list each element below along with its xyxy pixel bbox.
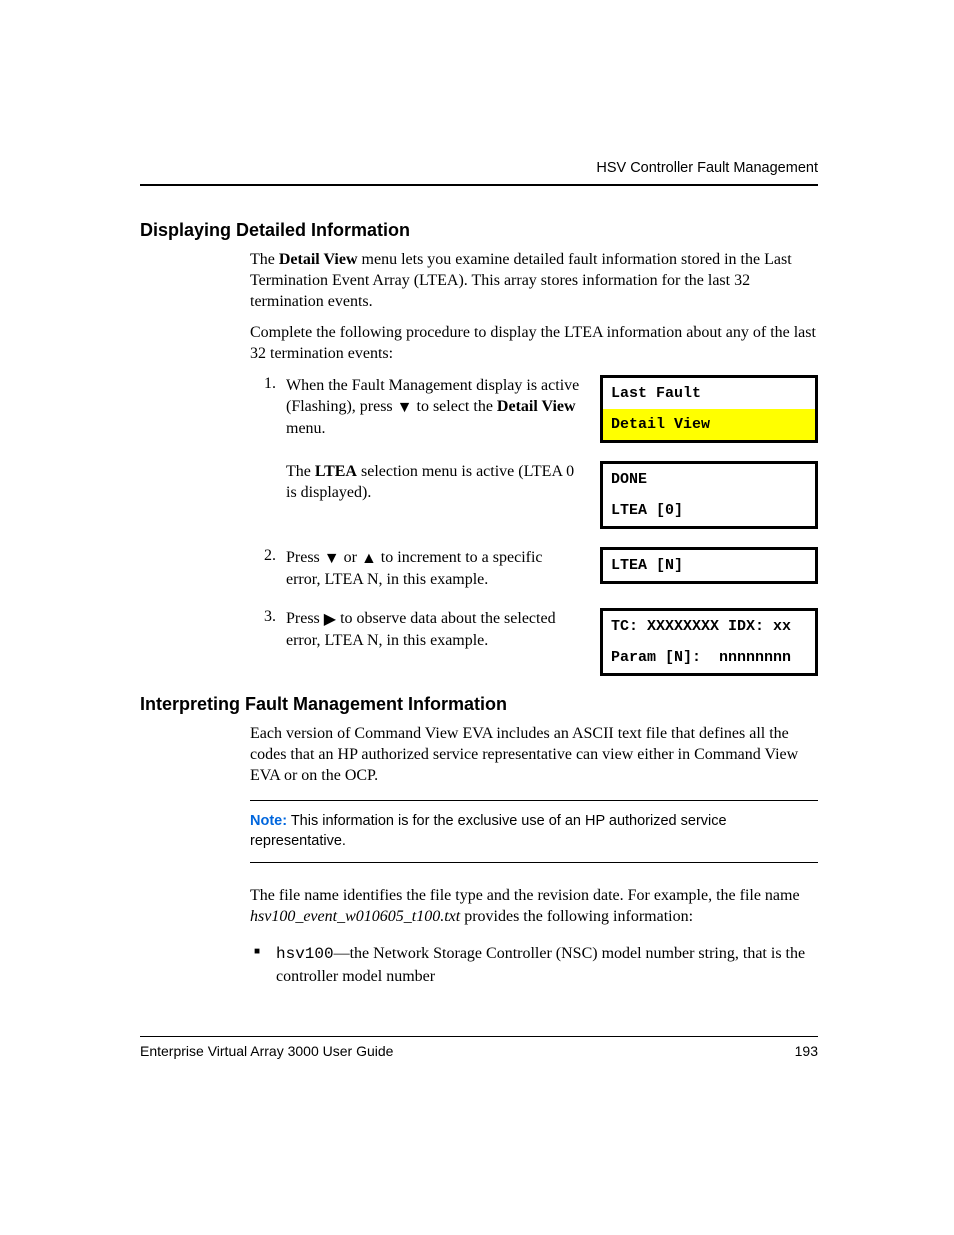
text: Press — [286, 549, 324, 566]
footer-doc-title: Enterprise Virtual Array 3000 User Guide — [140, 1043, 393, 1059]
lcd-row: Last Fault — [603, 378, 815, 409]
right-triangle-icon: ▶ — [324, 609, 336, 630]
section-heading-interpreting: Interpreting Fault Management Informatio… — [140, 694, 818, 715]
step-text: The LTEA selection menu is active (LTEA … — [286, 461, 590, 503]
step-number: 3. — [250, 608, 276, 626]
text: Press — [286, 610, 324, 627]
lcd-row: DONE — [603, 464, 815, 495]
footer-page-number: 193 — [795, 1043, 818, 1059]
lcd-row: Param [N]: nnnnnnnn — [603, 642, 815, 673]
section-heading-displaying: Displaying Detailed Information — [140, 220, 818, 241]
step-1: 1. When the Fault Management display is … — [250, 375, 818, 443]
lcd-row-highlight: Detail View — [603, 409, 815, 440]
lcd-display: LTEA [N] — [600, 547, 818, 584]
lcd-row: TC: XXXXXXXX IDX: xx — [603, 611, 815, 642]
step-text: Press ▶ to observe data about the select… — [286, 608, 590, 651]
note-block: Note: This information is for the exclus… — [250, 800, 818, 863]
header-rule — [140, 184, 818, 186]
lcd-row: LTEA [0] — [603, 495, 815, 526]
text: The — [286, 463, 315, 480]
lcd-row: LTEA [N] — [603, 550, 815, 581]
lcd-display: TC: XXXXXXXX IDX: xx Param [N]: nnnnnnnn — [600, 608, 818, 676]
lcd-display: Last Fault Detail View — [600, 375, 818, 443]
bold-text: Detail View — [279, 251, 358, 268]
step-1-cont: The LTEA selection menu is active (LTEA … — [250, 461, 818, 529]
list-item: hsv100—the Network Storage Controller (N… — [276, 943, 818, 987]
text: to select the — [413, 398, 497, 415]
step-text: Press ▼ or ▲ to increment to a specific … — [286, 547, 590, 590]
down-triangle-icon: ▼ — [397, 397, 413, 418]
footer-rule — [140, 1036, 818, 1037]
text: menu. — [286, 420, 326, 437]
intro-paragraph-2: Complete the following procedure to disp… — [250, 322, 818, 364]
code-text: hsv100 — [276, 945, 334, 963]
bullet-list: hsv100—the Network Storage Controller (N… — [250, 943, 818, 987]
text: provides the following information: — [460, 908, 693, 925]
running-header: HSV Controller Fault Management — [140, 160, 818, 176]
step-2: 2. Press ▼ or ▲ to increment to a specif… — [250, 547, 818, 590]
text: The — [250, 251, 279, 268]
text: or — [340, 549, 361, 566]
filename-italic: hsv100_event_w010605_t100.txt — [250, 908, 460, 925]
down-triangle-icon: ▼ — [324, 548, 340, 569]
lcd-display: DONE LTEA [0] — [600, 461, 818, 529]
step-number: 1. — [250, 375, 276, 393]
note-text: This information is for the exclusive us… — [250, 813, 727, 849]
text: —the Network Storage Controller (NSC) mo… — [276, 945, 805, 985]
body-paragraph: The file name identifies the file type a… — [250, 885, 818, 927]
note-label: Note: — [250, 813, 287, 829]
step-3: 3. Press ▶ to observe data about the sel… — [250, 608, 818, 676]
body-paragraph: Each version of Command View EVA include… — [250, 723, 818, 786]
step-number: 2. — [250, 547, 276, 565]
step-text: When the Fault Management display is act… — [286, 375, 590, 439]
text: The file name identifies the file type a… — [250, 887, 800, 904]
bold-text: LTEA — [315, 463, 357, 480]
bold-text: Detail View — [497, 398, 576, 415]
intro-paragraph-1: The Detail View menu lets you examine de… — [250, 249, 818, 365]
up-triangle-icon: ▲ — [361, 548, 377, 569]
